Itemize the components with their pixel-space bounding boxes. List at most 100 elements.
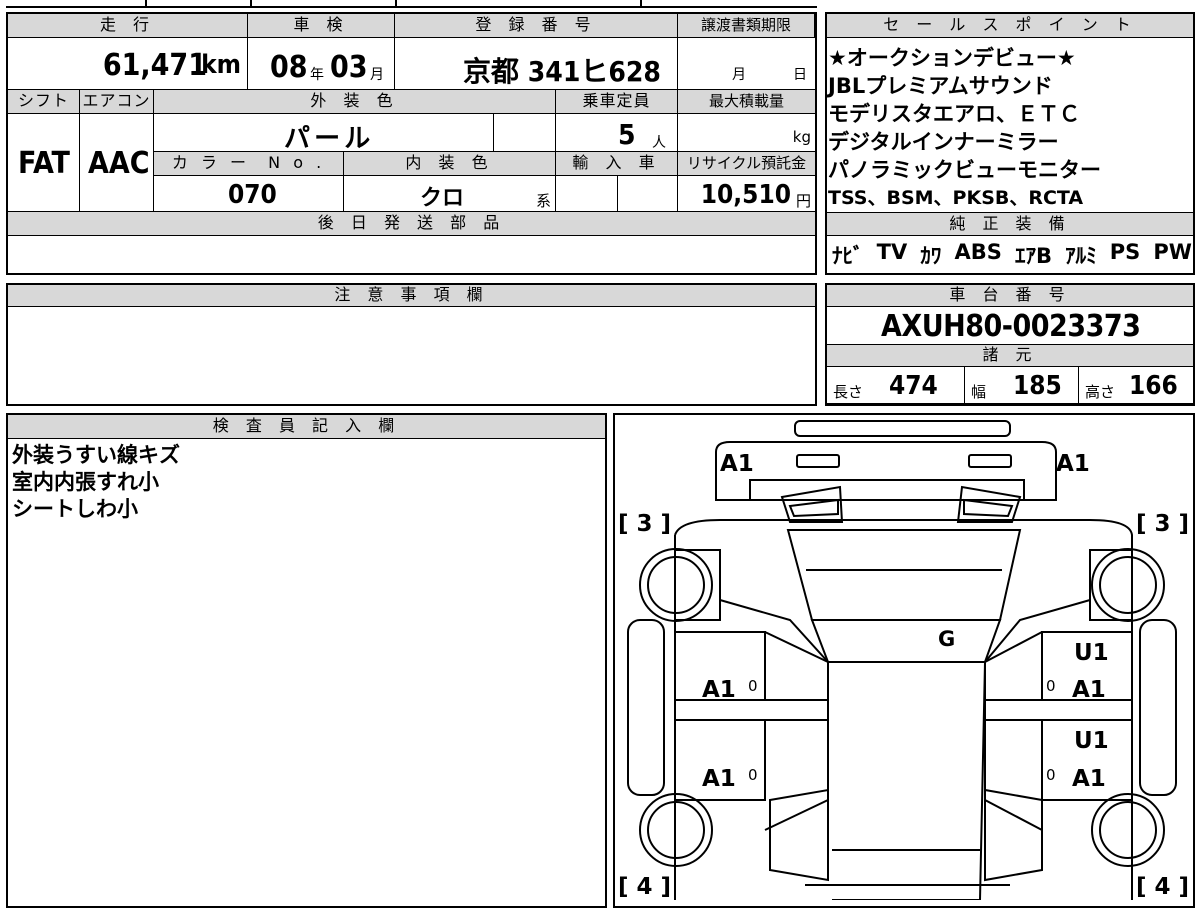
- equipment-item: PW: [1153, 240, 1192, 264]
- registration-value: 京都 341ヒ628: [463, 55, 661, 88]
- shift-header: シフト: [8, 90, 80, 114]
- sales-point-line: パノラミックビューモニター: [828, 158, 1101, 182]
- import-cell-a: [556, 176, 618, 212]
- transfer-deadline-cell: 月 日: [678, 38, 815, 90]
- width-cell: 幅 185: [965, 367, 1079, 404]
- registration-cell: 京都 341ヒ628: [395, 38, 678, 90]
- bracket-top-left: [ 3 ]: [618, 511, 672, 537]
- recycle-header: リサイクル預託金: [678, 152, 815, 176]
- exterior-color-value: パ ー ル: [284, 124, 370, 154]
- inspector-note-line: 室内内張すれ小: [12, 470, 159, 494]
- sales-point-line: ★オークションデビュー★: [828, 46, 1076, 70]
- right-rear-door-top-label: U1: [1074, 728, 1109, 754]
- chassis-value: AXUH80-0023373: [881, 309, 1141, 344]
- max-load-cell: kg: [678, 114, 815, 152]
- recycle-unit: 円: [795, 192, 811, 210]
- inspector-header: 検 査 員 記 入 欄: [8, 415, 605, 439]
- inspection-cell: 08 年 03 月: [248, 38, 395, 90]
- chassis-cell: AXUH80-0023373: [827, 307, 1193, 345]
- left-rear-zero: 0: [748, 766, 758, 784]
- length-label: 長さ: [833, 383, 864, 401]
- recycle-cell: 10,510 円: [678, 176, 815, 212]
- sales-point-line: モデリスタエアロ、ＥＴＣ: [828, 102, 1080, 126]
- capacity-unit: 人: [652, 135, 666, 151]
- exterior-color-cell: パ ー ル: [154, 114, 494, 154]
- registration-header: 登 録 番 号: [395, 14, 678, 38]
- recycle-value: 10,510: [700, 180, 791, 210]
- inspection-month-unit: 月: [370, 67, 384, 83]
- capacity-cell: 5 人: [556, 114, 678, 152]
- import-cell-b: [618, 176, 678, 212]
- interior-color-cell: クロ 系: [344, 176, 556, 212]
- left-front-zero: 0: [748, 677, 758, 695]
- width-label: 幅: [971, 383, 987, 401]
- length-cell: 長さ 474: [827, 367, 965, 404]
- color-no-cell: 070: [154, 176, 344, 212]
- inspection-year: 08: [270, 50, 308, 85]
- right-front-door-top-label: U1: [1074, 640, 1109, 666]
- top-cut-strip: [6, 0, 817, 8]
- later-parts-header: 後 日 発 送 部 品: [8, 212, 815, 236]
- right-rear-door-label: A1: [1072, 766, 1106, 792]
- height-label: 高さ: [1085, 383, 1116, 401]
- chassis-header: 車 台 番 号: [827, 285, 1193, 307]
- inspection-header: 車 検: [248, 14, 395, 38]
- right-front-zero: 0: [1046, 677, 1056, 695]
- interior-color-header: 内 装 色: [344, 152, 556, 176]
- mileage-value: 61,471: [102, 48, 207, 83]
- equipment-item: ABS: [954, 240, 1002, 264]
- exterior-color-header: 外 装 色: [154, 90, 556, 114]
- left-rear-door-label: A1: [702, 766, 736, 792]
- right-rear-zero: 0: [1046, 766, 1056, 784]
- equipment-item: ｱﾙﾐ: [1065, 244, 1097, 268]
- standard-equipment-list: ﾅﾋﾞ TV ｶﾜ ABS ｴｱB ｱﾙﾐ PS PW: [832, 240, 1192, 270]
- inspector-note-line: シートしわ小: [12, 497, 138, 521]
- bracket-top-right: [ 3 ]: [1136, 511, 1190, 537]
- capacity-value: 5: [618, 118, 636, 151]
- ac-header: エアコン: [80, 90, 154, 114]
- ac-value: AAC: [88, 146, 150, 181]
- color-no-value: 070: [228, 180, 277, 210]
- left-front-door-label: A1: [702, 677, 736, 703]
- length-value: 474: [889, 371, 938, 401]
- equipment-item: ｴｱB: [1014, 244, 1052, 268]
- equipment-item: ﾅﾋﾞ: [832, 244, 864, 268]
- exterior-color-extra: [494, 114, 556, 152]
- capacity-header: 乗車定員: [556, 90, 678, 114]
- max-load-header: 最大積載量: [678, 90, 815, 114]
- mileage-unit: km: [201, 50, 241, 80]
- interior-color-suffix: 系: [535, 192, 551, 210]
- sales-point-line: デジタルインナーミラー: [828, 130, 1059, 154]
- shift-value: FAT: [18, 146, 70, 181]
- sales-points-header: セ ー ル ス ポ イ ン ト: [827, 14, 1193, 38]
- sales-points-list: ★オークションデビュー★ JBLプレミアムサウンド モデリスタエアロ、ＥＴＣ デ…: [828, 44, 1192, 212]
- mileage-header: 走 行: [8, 14, 248, 38]
- right-front-door-label: A1: [1072, 677, 1106, 703]
- bracket-bottom-right: [ 4 ]: [1136, 874, 1190, 900]
- sales-point-line: TSS、BSM、PKSB、RCTA: [828, 187, 1084, 209]
- max-load-unit: kg: [792, 128, 811, 146]
- sales-point-line: JBLプレミアムサウンド: [828, 74, 1053, 98]
- height-cell: 高さ 166: [1079, 367, 1193, 404]
- height-value: 166: [1129, 371, 1178, 401]
- mileage-cell: 61,471 km: [8, 38, 248, 90]
- shift-cell: FAT: [8, 114, 80, 212]
- front-left-label: A1: [720, 451, 754, 477]
- specs-header: 諸 元: [827, 345, 1193, 367]
- standard-equipment-header: 純 正 装 備: [827, 212, 1193, 236]
- front-right-label: A1: [1056, 451, 1090, 477]
- ac-cell: AAC: [80, 114, 154, 212]
- glass-label: G: [938, 627, 956, 651]
- transfer-deadline-header: 譲渡書類期限: [678, 14, 815, 38]
- inspector-notes: 外装うすい線キズ 室内内張すれ小 シートしわ小: [12, 442, 180, 523]
- inspection-month: 03: [330, 50, 368, 85]
- color-no-header: カ ラ ー N o .: [154, 152, 344, 176]
- import-header: 輸 入 車: [556, 152, 678, 176]
- interior-color-value: クロ: [420, 186, 465, 211]
- inspector-note-line: 外装うすい線キズ: [12, 443, 180, 467]
- transfer-day-unit: 日: [793, 67, 807, 83]
- inspection-year-unit: 年: [310, 67, 324, 83]
- notes-header: 注 意 事 項 欄: [8, 285, 815, 307]
- width-value: 185: [1013, 371, 1062, 401]
- equipment-item: ｶﾜ: [920, 244, 942, 268]
